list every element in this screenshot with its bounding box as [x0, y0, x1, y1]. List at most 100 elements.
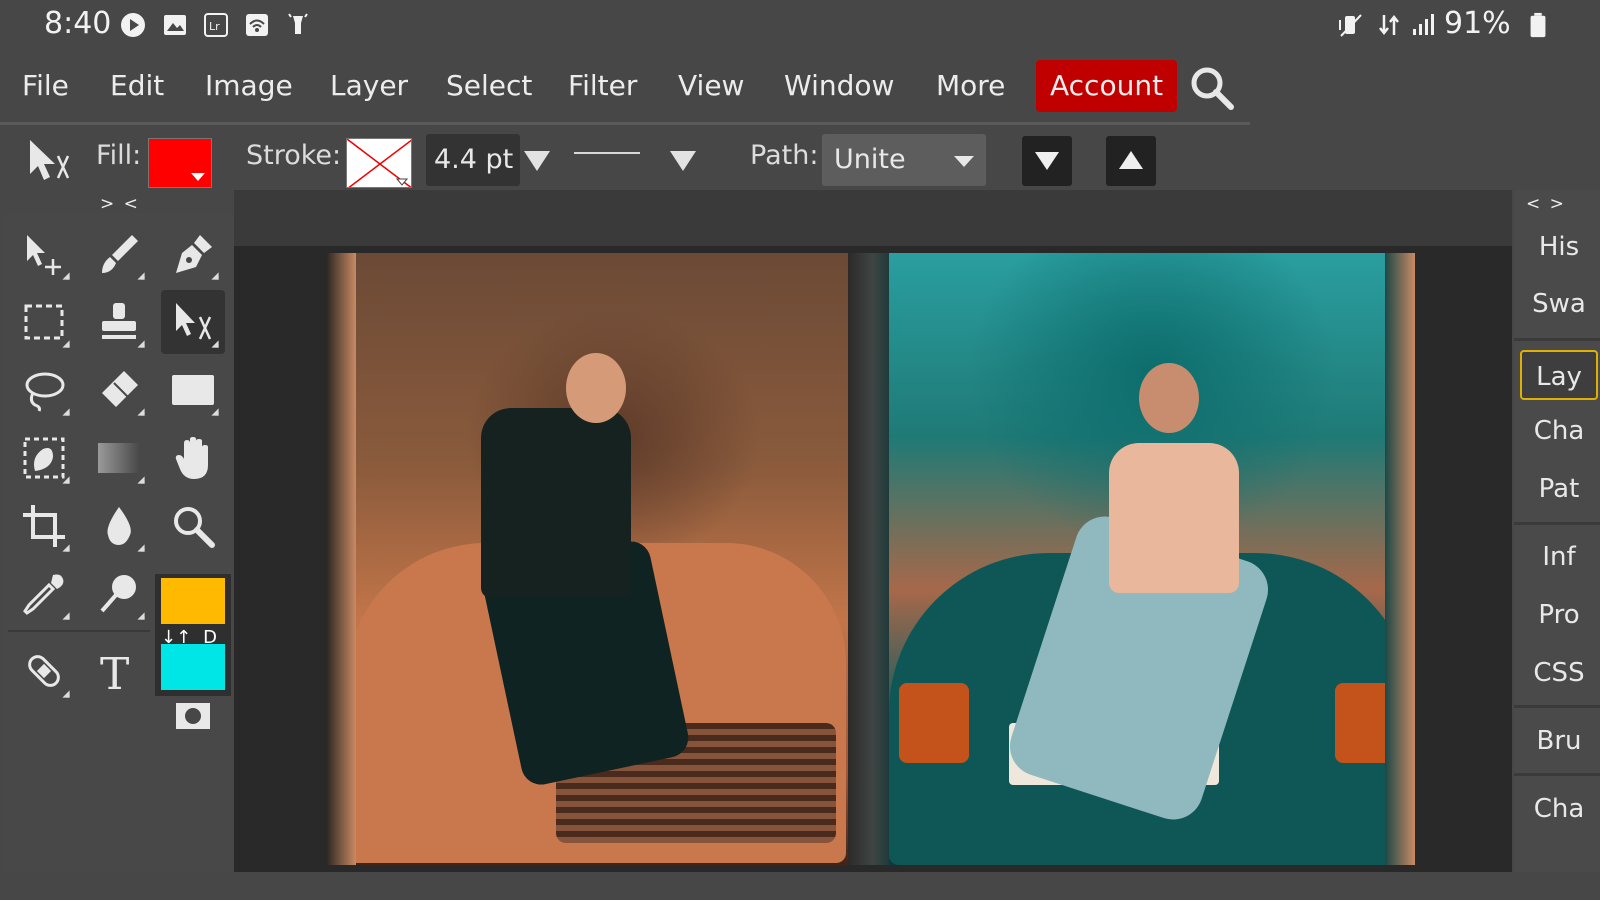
panel-paths[interactable]: Pat: [1520, 464, 1598, 514]
panel-css[interactable]: CSS: [1520, 648, 1598, 698]
eraser-tool-icon: [102, 371, 138, 407]
marquee-tool[interactable]: [12, 290, 76, 354]
tool-flyout-indicator: [137, 544, 145, 552]
account-button[interactable]: Account: [1036, 60, 1178, 112]
person-body-shape: [1109, 443, 1239, 593]
tools-collapse-toggle[interactable]: > <: [100, 194, 140, 214]
menu-edit[interactable]: Edit: [110, 58, 164, 114]
pen-tool[interactable]: [161, 222, 225, 286]
blur-tool[interactable]: [87, 494, 151, 558]
tool-flyout-indicator: [62, 476, 70, 484]
bandage-icon: [28, 655, 60, 687]
lasso-tool[interactable]: [12, 358, 76, 422]
person-body-shape: [481, 408, 631, 598]
play-icon: [121, 13, 145, 37]
direct-select-tool-icon: [30, 140, 70, 180]
stroke-width-dropdown-icon[interactable]: [524, 151, 550, 171]
tool-flyout-indicator: [137, 272, 145, 280]
tool-flyout-indicator: [62, 272, 70, 280]
gradient-tool[interactable]: [87, 426, 151, 490]
eyedropper-tool[interactable]: [12, 562, 76, 626]
quick-select-tool[interactable]: [12, 426, 76, 490]
move-down-button[interactable]: [1022, 136, 1072, 186]
eraser-tool[interactable]: [87, 358, 151, 422]
panel-brush[interactable]: Bru: [1520, 716, 1598, 766]
direct-select-tool[interactable]: [161, 290, 225, 354]
stroke-color-swatch[interactable]: [346, 138, 412, 188]
menu-image[interactable]: Image: [205, 58, 293, 114]
gradient-tool-icon: [98, 443, 140, 473]
arrow-up-icon: [1119, 151, 1143, 169]
person-head-shape: [566, 353, 626, 423]
side-panel-toggle[interactable]: < >: [1526, 194, 1566, 214]
move-up-button[interactable]: [1106, 136, 1156, 186]
rectangle-tool-icon: [172, 375, 214, 405]
tool-flyout-indicator: [62, 340, 70, 348]
hand-tool[interactable]: [161, 426, 225, 490]
menu-filter[interactable]: Filter: [568, 58, 637, 114]
menu-window[interactable]: Window: [784, 58, 894, 114]
tool-flyout-indicator: [62, 690, 70, 698]
panel-swatches[interactable]: Swa: [1520, 279, 1598, 329]
dodge-tool[interactable]: [87, 562, 151, 626]
tool-flyout-indicator: [211, 340, 219, 348]
battery-percent: 91%: [1444, 6, 1511, 41]
marquee-tool-icon: [24, 304, 64, 340]
crop-tool[interactable]: [12, 494, 76, 558]
menu-view[interactable]: View: [678, 58, 744, 114]
path-operation-select[interactable]: Unite: [822, 134, 986, 186]
zoom-tool[interactable]: [161, 494, 225, 558]
tool-flyout-indicator: [211, 408, 219, 416]
flashlight-icon: [288, 13, 308, 34]
brush-tool[interactable]: [87, 222, 151, 286]
menu-layer[interactable]: Layer: [330, 58, 408, 114]
fill-label: Fill:: [96, 140, 142, 171]
stroke-style-dropdown-icon[interactable]: [670, 151, 696, 171]
stroke-style-preview[interactable]: [574, 152, 640, 154]
quick-mask-toggle[interactable]: [161, 688, 225, 744]
tool-flyout-indicator: [62, 544, 70, 552]
text-tool[interactable]: T: [87, 640, 151, 704]
panel-history[interactable]: His: [1520, 222, 1598, 272]
canvas-photo-left[interactable]: [326, 253, 848, 865]
no-color-icon: [347, 139, 411, 187]
search-icon[interactable]: [1188, 64, 1236, 112]
panel-info[interactable]: Inf: [1520, 532, 1598, 582]
menu-select[interactable]: Select: [446, 58, 532, 114]
canvas-photo-right[interactable]: 9791: [889, 253, 1415, 865]
clone-stamp-tool[interactable]: [87, 290, 151, 354]
battery-icon: [1530, 12, 1546, 38]
chevron-down-icon: [954, 156, 974, 167]
background-color-swatch[interactable]: [161, 644, 225, 690]
eyedropper-tool-icon: [23, 574, 64, 615]
side-panel-divider: [1514, 773, 1600, 776]
tool-flyout-indicator: [211, 272, 219, 280]
panel-character[interactable]: Cha: [1520, 784, 1598, 834]
hand-tool-icon: [175, 437, 208, 479]
status-bar: 8:40 Lr 91%: [0, 0, 1600, 52]
stroke-width-input[interactable]: 4.4 pt: [426, 134, 520, 186]
stamp-tool-icon: [102, 303, 136, 339]
dodge-tool-icon: [100, 575, 136, 613]
tool-flyout-indicator: [62, 408, 70, 416]
menu-more[interactable]: More: [936, 58, 1005, 114]
fill-dropdown-caret-icon: [191, 173, 205, 181]
panel-channels[interactable]: Cha: [1520, 406, 1598, 456]
document-tabs-area: [234, 190, 1512, 246]
mute-vibrate-icon: [1339, 14, 1362, 37]
foreground-color-swatch[interactable]: [161, 578, 225, 624]
healing-brush-tool[interactable]: [12, 640, 76, 704]
menu-file[interactable]: File: [22, 58, 69, 114]
move-tool-icon: [27, 235, 61, 275]
tools-divider: [8, 630, 150, 632]
tool-flyout-indicator: [137, 612, 145, 620]
move-tool[interactable]: [12, 222, 76, 286]
zoom-tool-icon: [174, 507, 215, 548]
panel-layers[interactable]: Lay: [1520, 350, 1598, 400]
person-head-shape: [1139, 363, 1199, 433]
panel-properties[interactable]: Pro: [1520, 590, 1598, 640]
fill-color-swatch[interactable]: [148, 138, 212, 188]
shape-tool[interactable]: [161, 358, 225, 422]
path-operation-value: Unite: [834, 144, 906, 175]
crop-tool-icon: [23, 505, 65, 547]
